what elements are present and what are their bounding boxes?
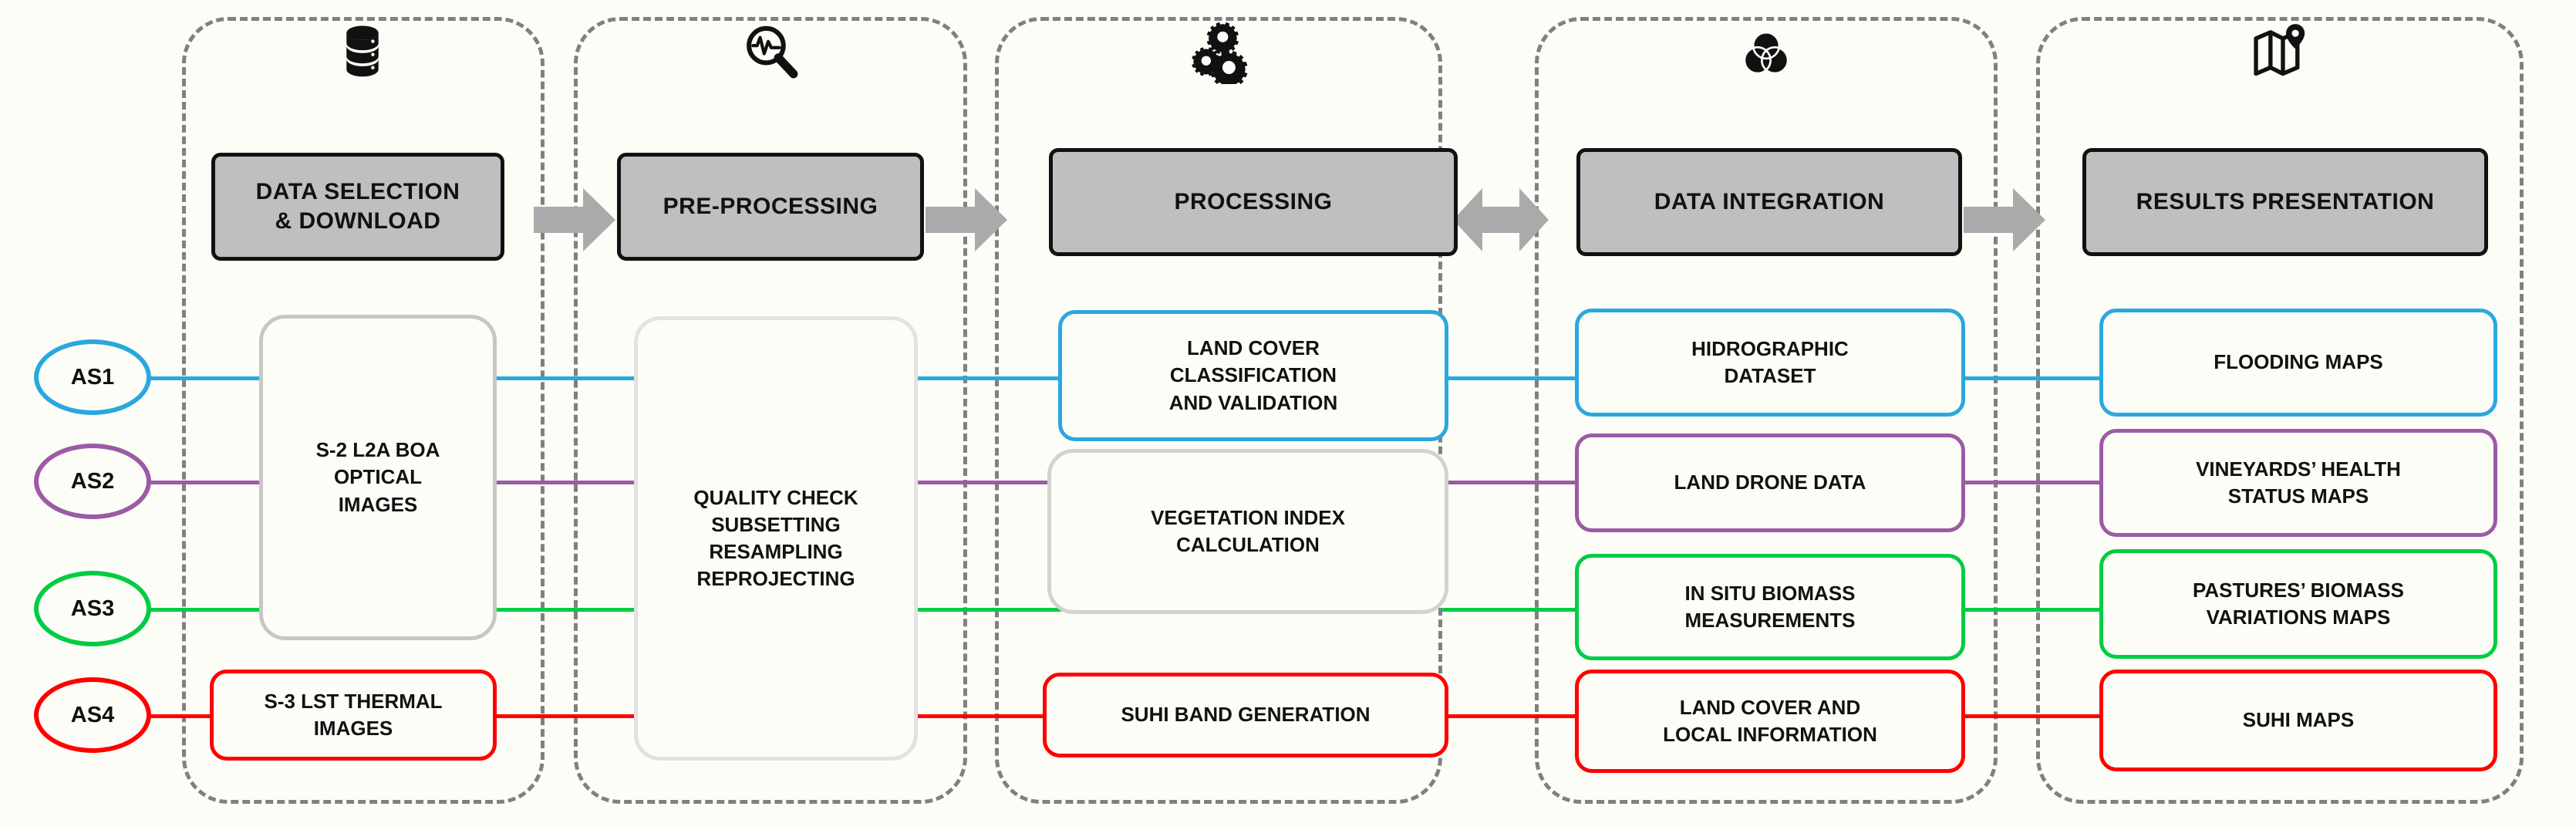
stage-header-data-integration[interactable]: DATA INTEGRATION bbox=[1576, 148, 1962, 256]
as-node-as2[interactable]: AS2 bbox=[34, 444, 151, 519]
node-label: S-3 LST THERMAL IMAGES bbox=[264, 689, 443, 740]
stage-header-data-selection[interactable]: DATA SELECTION & DOWNLOAD bbox=[211, 153, 504, 261]
node-label: LAND COVER CLASSIFICATION AND VALIDATION bbox=[1168, 336, 1338, 414]
node-hidrographic-dataset[interactable]: HIDROGRAPHIC DATASET bbox=[1575, 309, 1965, 417]
stage-header-label: PRE-PROCESSING bbox=[663, 193, 878, 219]
node-thermal-images[interactable]: S-3 LST THERMAL IMAGES bbox=[210, 670, 497, 761]
node-pastures-biomass-maps[interactable]: PASTURES’ BIOMASS VARIATIONS MAPS bbox=[2099, 549, 2497, 659]
node-label: VEGETATION INDEX CALCULATION bbox=[1151, 505, 1345, 556]
stage-header-label: RESULTS PRESENTATION bbox=[2136, 188, 2435, 214]
node-label: SUHI BAND GENERATION bbox=[1121, 703, 1371, 727]
link-as2-seg2 bbox=[494, 481, 637, 484]
node-label: S-2 L2A BOA OPTICAL IMAGES bbox=[315, 438, 440, 516]
node-optical-images[interactable]: S-2 L2A BOA OPTICAL IMAGES bbox=[259, 315, 497, 640]
database-icon bbox=[309, 23, 416, 80]
flow-arrow-3-bidirectional bbox=[1453, 188, 1549, 251]
workflow-diagram: DATA SELECTION & DOWNLOAD PRE-PROCESSING… bbox=[0, 0, 2576, 830]
node-label: LAND DRONE DATA bbox=[1674, 471, 1866, 494]
link-as1-seg1 bbox=[148, 376, 262, 380]
map-pin-icon bbox=[2229, 20, 2337, 82]
stage-header-pre-processing[interactable]: PRE-PROCESSING bbox=[617, 153, 924, 261]
stage-header-label: DATA SELECTION & DOWNLOAD bbox=[255, 178, 460, 234]
as-node-as1[interactable]: AS1 bbox=[34, 339, 151, 415]
as-node-as3[interactable]: AS3 bbox=[34, 571, 151, 646]
link-as3-seg1 bbox=[148, 608, 262, 612]
node-suhi-maps[interactable]: SUHI MAPS bbox=[2099, 670, 2497, 771]
node-label: FLOODING MAPS bbox=[2214, 350, 2383, 374]
node-label: VINEYARDS’ HEALTH STATUS MAPS bbox=[2196, 457, 2401, 508]
node-label: PASTURES’ BIOMASS VARIATIONS MAPS bbox=[2192, 578, 2404, 629]
node-label: SUHI MAPS bbox=[2242, 708, 2355, 732]
node-vegetation-index[interactable]: VEGETATION INDEX CALCULATION bbox=[1047, 449, 1448, 614]
node-land-drone-data[interactable]: LAND DRONE DATA bbox=[1575, 434, 1965, 532]
link-as2-seg1 bbox=[148, 481, 262, 484]
stage-header-results-presentation[interactable]: RESULTS PRESENTATION bbox=[2082, 148, 2488, 256]
node-flooding-maps[interactable]: FLOODING MAPS bbox=[2099, 309, 2497, 417]
link-as1-seg2 bbox=[494, 376, 637, 380]
flow-arrow-1 bbox=[534, 188, 615, 251]
node-vineyards-health-maps[interactable]: VINEYARDS’ HEALTH STATUS MAPS bbox=[2099, 429, 2497, 537]
node-land-cover-local-info[interactable]: LAND COVER AND LOCAL INFORMATION bbox=[1575, 670, 1965, 773]
node-label: QUALITY CHECK SUBSETTING RESAMPLING REPR… bbox=[693, 485, 858, 591]
flow-arrow-2 bbox=[926, 188, 1007, 251]
magnifier-pulse-icon bbox=[717, 22, 825, 82]
stage-header-label: PROCESSING bbox=[1174, 188, 1333, 214]
as-node-label: AS1 bbox=[70, 364, 115, 390]
as-node-label: AS4 bbox=[70, 702, 115, 727]
node-quality-check[interactable]: QUALITY CHECK SUBSETTING RESAMPLING REPR… bbox=[634, 316, 918, 761]
stage-header-label: DATA INTEGRATION bbox=[1654, 188, 1885, 214]
as-node-as4[interactable]: AS4 bbox=[34, 677, 151, 753]
gears-icon bbox=[1165, 20, 1273, 84]
node-in-situ-biomass[interactable]: IN SITU BIOMASS MEASUREMENTS bbox=[1575, 554, 1965, 660]
node-land-cover-classification[interactable]: LAND COVER CLASSIFICATION AND VALIDATION bbox=[1058, 310, 1448, 441]
node-label: HIDROGRAPHIC DATASET bbox=[1691, 336, 1849, 387]
node-label: IN SITU BIOMASS MEASUREMENTS bbox=[1684, 581, 1856, 632]
as-node-label: AS3 bbox=[70, 596, 115, 621]
venn-diagram-icon bbox=[1712, 25, 1820, 80]
node-label: LAND COVER AND LOCAL INFORMATION bbox=[1663, 695, 1877, 746]
link-as4-seg2 bbox=[494, 714, 637, 718]
as-node-label: AS2 bbox=[70, 468, 115, 494]
node-suhi-band-generation[interactable]: SUHI BAND GENERATION bbox=[1043, 673, 1448, 757]
link-as3-seg2 bbox=[494, 608, 637, 612]
stage-header-processing[interactable]: PROCESSING bbox=[1049, 148, 1458, 256]
flow-arrow-4 bbox=[1964, 188, 2045, 251]
